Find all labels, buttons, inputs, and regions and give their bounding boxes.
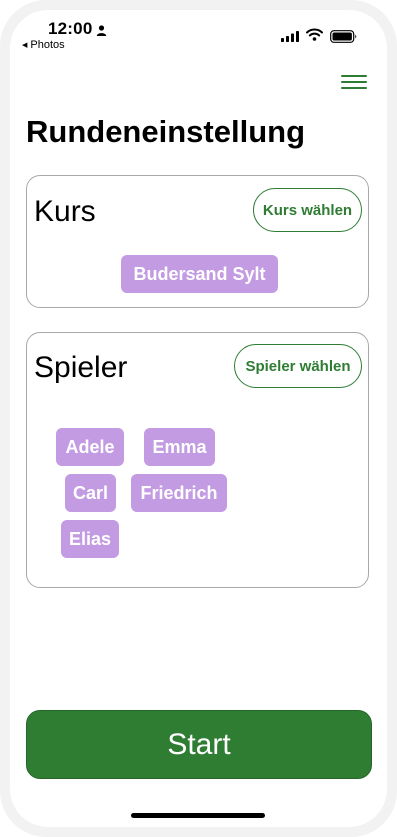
- back-to-photos-link[interactable]: ◀ Photos: [22, 39, 65, 51]
- player-chip-adele[interactable]: Adele: [56, 428, 124, 466]
- player-chip-elias[interactable]: Elias: [61, 520, 119, 558]
- course-card: Kurs Kurs wählen Budersand Sylt: [26, 175, 369, 308]
- app-screen: 12:00 ◀ Photos Rundeneinstellung Kurs Ku…: [10, 10, 387, 827]
- page-title: Rundeneinstellung: [26, 114, 305, 149]
- player-chip-emma[interactable]: Emma: [144, 428, 215, 466]
- select-players-button[interactable]: Spieler wählen: [234, 344, 362, 388]
- back-arrow-icon: ◀: [22, 42, 28, 49]
- status-time: 12:00: [48, 19, 93, 38]
- player-chip-friedrich[interactable]: Friedrich: [131, 474, 227, 512]
- back-link-label: Photos: [30, 39, 65, 51]
- battery-icon: [330, 30, 357, 43]
- players-card: Spieler Spieler wählen Adele Emma Carl F…: [26, 332, 369, 588]
- course-chip[interactable]: Budersand Sylt: [121, 255, 278, 293]
- home-indicator[interactable]: [131, 813, 265, 818]
- device-frame: 12:00 ◀ Photos Rundeneinstellung Kurs Ku…: [0, 0, 397, 837]
- wifi-icon: [306, 28, 323, 41]
- select-course-button[interactable]: Kurs wählen: [253, 188, 362, 232]
- start-button[interactable]: Start: [26, 710, 372, 779]
- signal-icon: [281, 31, 299, 42]
- players-heading: Spieler: [34, 351, 128, 384]
- course-heading: Kurs: [34, 195, 96, 228]
- hamburger-menu-icon[interactable]: [338, 72, 370, 92]
- player-chip-carl[interactable]: Carl: [65, 474, 116, 512]
- person-icon: [96, 25, 107, 36]
